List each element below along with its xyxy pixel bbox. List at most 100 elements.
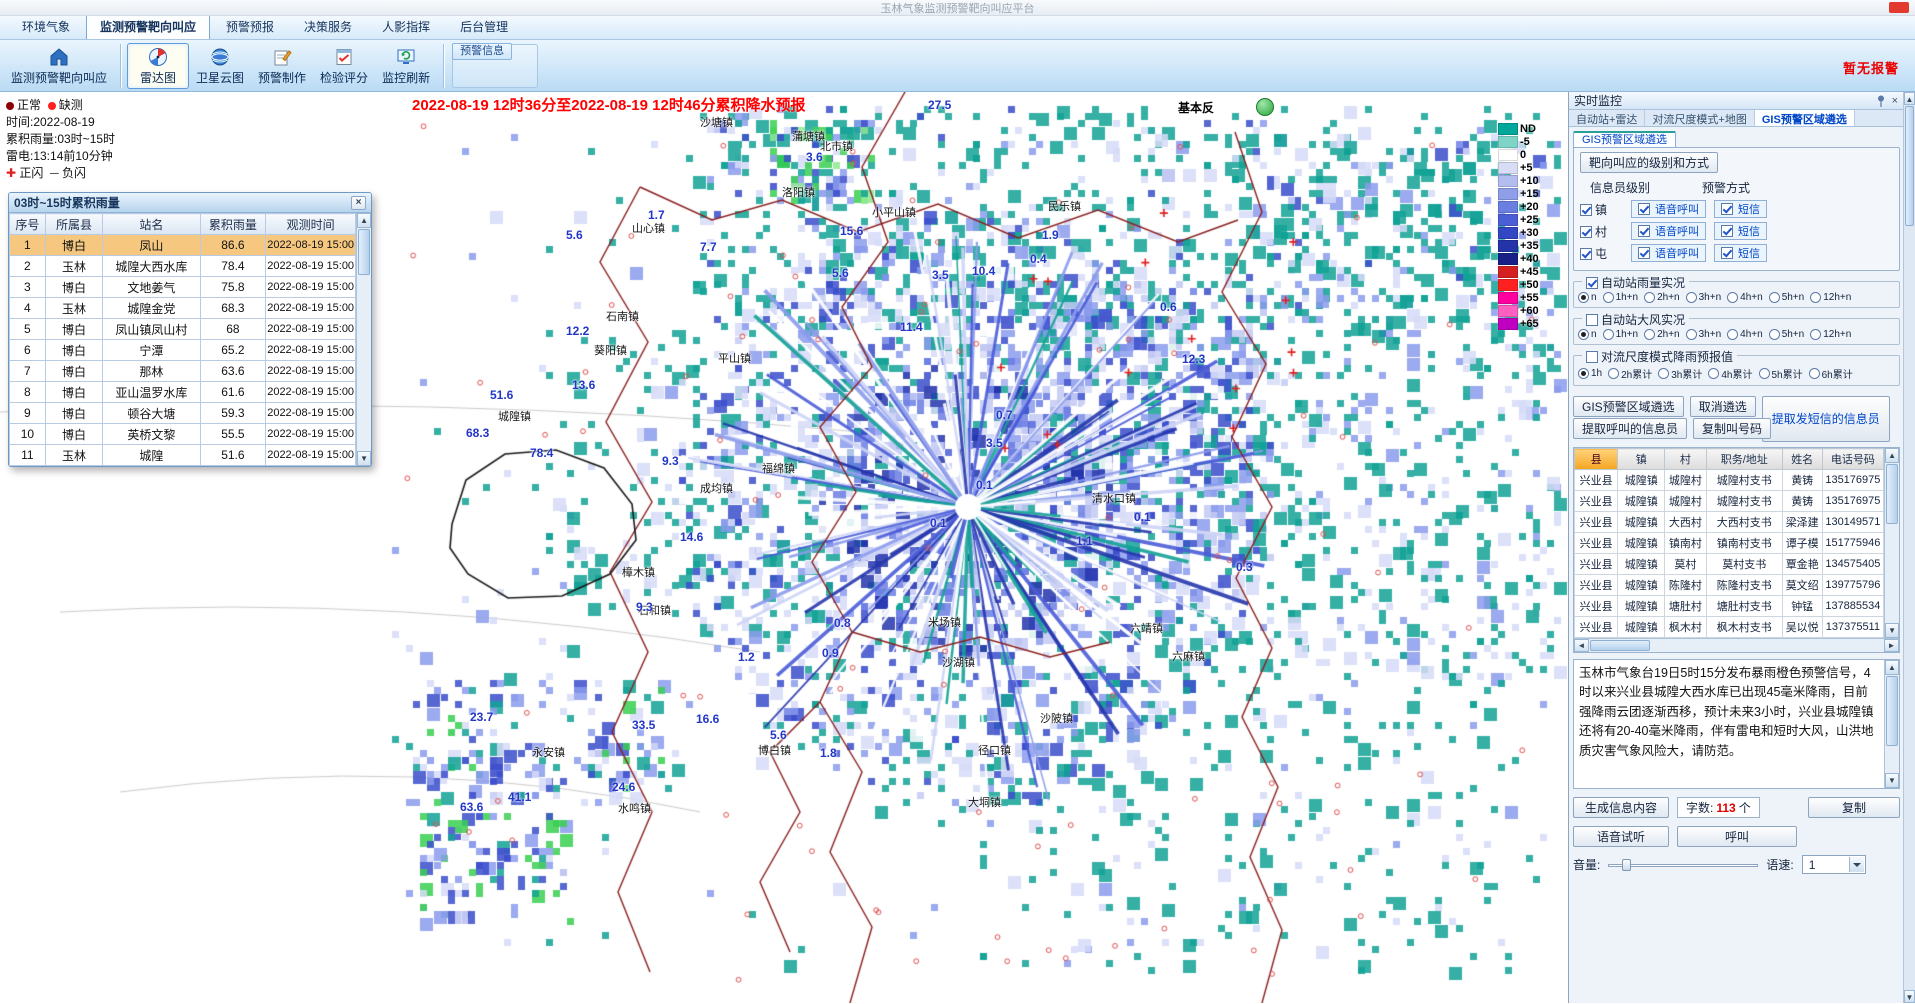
- contact-row[interactable]: 兴业县城隍镇城隍村城隍村支书黄铸135176975: [1575, 491, 1884, 512]
- extract-call-contacts-button[interactable]: 提取呼叫的信息员: [1573, 418, 1687, 439]
- contacts-vscrollbar[interactable]: ▲ ▼: [1884, 448, 1899, 638]
- scroll-thumb[interactable]: [1886, 676, 1898, 746]
- scroll-thumb[interactable]: [358, 229, 370, 275]
- auto-wind-radio-option[interactable]: 3h+n: [1686, 329, 1722, 340]
- panel-tab[interactable]: GIS预警区域遴选: [1755, 110, 1855, 126]
- volume-slider[interactable]: [1608, 858, 1758, 872]
- rain-table-row[interactable]: 11玉林城隍51.62022-08-19 15:00: [10, 445, 356, 466]
- rain-table-row[interactable]: 1博白凤山86.62022-08-19 15:00: [10, 235, 356, 256]
- auto-rain-radio-option[interactable]: 12h+n: [1810, 292, 1851, 303]
- rain-table-row[interactable]: 10博白英桥文黎55.52022-08-19 15:00: [10, 424, 356, 445]
- auto-rain-checkbox[interactable]: 自动站雨量实况: [1586, 276, 1685, 290]
- pin-icon[interactable]: [1876, 95, 1886, 107]
- rain-col-header[interactable]: 站名: [103, 214, 200, 235]
- scroll-thumb[interactable]: [1590, 640, 1650, 651]
- extract-sms-contacts-button[interactable]: 提取发短信的信息员: [1762, 396, 1890, 442]
- menu-item[interactable]: 决策服务: [290, 14, 366, 39]
- sms-option[interactable]: 短信: [1714, 200, 1767, 218]
- scroll-down-icon[interactable]: ▼: [357, 451, 371, 466]
- auto-wind-radio-option[interactable]: 1h+n: [1603, 329, 1639, 340]
- voice-call-option[interactable]: 语音呼叫: [1631, 244, 1706, 262]
- rain-table-row[interactable]: 9博白顿谷大塘59.32022-08-19 15:00: [10, 403, 356, 424]
- rain-table-row[interactable]: 2玉林城隍大西水库78.42022-08-19 15:00: [10, 256, 356, 277]
- level-checkbox[interactable]: 镇: [1580, 201, 1607, 218]
- contact-row[interactable]: 兴业县城隍镇塘肚村塘肚村支书钟锰137885534: [1575, 596, 1884, 617]
- rain-col-header[interactable]: 序号: [10, 214, 46, 235]
- rain-table-row[interactable]: 5博白凤山镇凤山村682022-08-19 15:00: [10, 319, 356, 340]
- message-scrollbar[interactable]: ▲ ▼: [1884, 660, 1899, 788]
- contact-row[interactable]: 兴业县城隍镇枫木村枫木村支书吴以悦137375511: [1575, 617, 1884, 638]
- model-rain-radio-option[interactable]: 1h: [1578, 368, 1602, 379]
- model-rain-radio-option[interactable]: 5h累计: [1759, 366, 1803, 381]
- auto-wind-radio-option[interactable]: 2h+n: [1644, 329, 1680, 340]
- level-checkbox[interactable]: 屯: [1580, 245, 1607, 262]
- model-rain-radio-option[interactable]: 6h累计: [1809, 366, 1853, 381]
- auto-wind-checkbox[interactable]: 自动站大风实况: [1586, 313, 1685, 327]
- gis-group-tab[interactable]: GIS预警区域遴选: [1573, 131, 1676, 148]
- scroll-up-icon[interactable]: ▲: [1904, 92, 1915, 105]
- panel-header[interactable]: 实时监控 ×: [1569, 92, 1903, 110]
- toolbar-button-refresh[interactable]: 监控刷新: [375, 43, 437, 89]
- map-tool-button[interactable]: [1256, 98, 1274, 116]
- panel-scrollbar[interactable]: ▲ ▼: [1903, 92, 1915, 1003]
- titlebar-red-button[interactable]: [1889, 2, 1909, 13]
- auto-rain-radio-option[interactable]: 5h+n: [1769, 292, 1805, 303]
- rain-col-header[interactable]: 所属县: [45, 214, 102, 235]
- toolbar-button-satellite[interactable]: 卫星云图: [189, 43, 251, 89]
- rain-table-scrollbar[interactable]: ▲ ▼: [356, 213, 371, 466]
- contacts-col-header[interactable]: 村: [1665, 449, 1706, 470]
- auto-rain-radio-option[interactable]: 1h+n: [1603, 292, 1639, 303]
- menu-item[interactable]: 监测预警靶向叫应: [86, 14, 210, 39]
- rain-table-row[interactable]: 3博白文地姜气75.82022-08-19 15:00: [10, 277, 356, 298]
- menu-item[interactable]: 环境气象: [8, 14, 84, 39]
- auto-wind-radio-option[interactable]: 4h+n: [1727, 329, 1763, 340]
- voice-call-option[interactable]: 语音呼叫: [1631, 222, 1706, 240]
- auto-wind-radio-option[interactable]: n: [1578, 329, 1597, 340]
- rain-table-row[interactable]: 8博白亚山温罗水库61.62022-08-19 15:00: [10, 382, 356, 403]
- generate-message-button[interactable]: 生成信息内容: [1573, 797, 1669, 818]
- rain-table-row[interactable]: 7博白那林63.62022-08-19 15:00: [10, 361, 356, 382]
- rain-col-header[interactable]: 观测时间: [266, 214, 356, 235]
- rain-table-row[interactable]: 4玉林城隍金党68.32022-08-19 15:00: [10, 298, 356, 319]
- warning-message-box[interactable]: 玉林市气象台19日5时15分发布暴雨橙色预警信号，4时以来兴业县城隍大西水库已出…: [1573, 659, 1900, 789]
- menu-item[interactable]: 人影指挥: [368, 14, 444, 39]
- gis-select-button[interactable]: GIS预警区域遴选: [1573, 396, 1684, 417]
- close-icon[interactable]: ×: [351, 196, 366, 210]
- scroll-left-icon[interactable]: ◄: [1574, 639, 1589, 652]
- contacts-col-header[interactable]: 职务/地址: [1706, 449, 1782, 470]
- copy-number-button[interactable]: 复制叫号码: [1693, 418, 1771, 439]
- call-button[interactable]: 呼叫: [1677, 826, 1797, 847]
- speed-select[interactable]: 1: [1802, 855, 1866, 874]
- cancel-select-button[interactable]: 取消遴选: [1690, 396, 1756, 417]
- contacts-col-header[interactable]: 姓名: [1782, 449, 1822, 470]
- contact-row[interactable]: 兴业县城隍镇莫村莫村支书覃金艳134575405: [1575, 554, 1884, 575]
- scroll-down-icon[interactable]: ▼: [1885, 773, 1899, 788]
- auto-rain-radio-option[interactable]: n: [1578, 292, 1597, 303]
- panel-tab[interactable]: 对流尺度模式+地图: [1645, 110, 1754, 126]
- toolbar-button-edit[interactable]: 预警制作: [251, 43, 313, 89]
- auto-rain-radio-option[interactable]: 4h+n: [1727, 292, 1763, 303]
- contact-row[interactable]: 兴业县城隍镇城隍村城隍村支书黄铸135176975: [1575, 470, 1884, 491]
- rain-table-row[interactable]: 6博白宁潭65.22022-08-19 15:00: [10, 340, 356, 361]
- rain-col-header[interactable]: 累积雨量: [200, 214, 266, 235]
- scroll-thumb[interactable]: [1886, 464, 1898, 524]
- rain-window-titlebar[interactable]: 03时~15时累积雨量 ×: [9, 193, 371, 213]
- voice-call-option[interactable]: 语音呼叫: [1631, 200, 1706, 218]
- contact-row[interactable]: 兴业县城隍镇镇南村镇南村支书谭子模151775946: [1575, 533, 1884, 554]
- call-level-button[interactable]: 靶向叫应的级别和方式: [1580, 152, 1718, 173]
- model-rain-radio-option[interactable]: 2h累计: [1608, 366, 1652, 381]
- contacts-col-header[interactable]: 电话号码: [1822, 449, 1884, 470]
- rain-table-window[interactable]: 03时~15时累积雨量 × 序号所属县站名累积雨量观测时间 1博白凤山86.62…: [8, 192, 372, 467]
- toolbar-button-home[interactable]: 监测预警靶向叫应: [4, 43, 114, 89]
- sms-option[interactable]: 短信: [1714, 244, 1767, 262]
- auto-rain-radio-option[interactable]: 2h+n: [1644, 292, 1680, 303]
- toolbar-button-radar[interactable]: 雷达图: [127, 43, 189, 89]
- scroll-right-icon[interactable]: ►: [1884, 639, 1899, 652]
- panel-close-icon[interactable]: ×: [1892, 95, 1898, 107]
- scroll-down-icon[interactable]: ▼: [1904, 990, 1915, 1003]
- copy-button[interactable]: 复制: [1808, 797, 1900, 818]
- scroll-up-icon[interactable]: ▲: [357, 213, 371, 228]
- scroll-thumb[interactable]: [1905, 106, 1914, 226]
- scroll-up-icon[interactable]: ▲: [1885, 660, 1899, 675]
- auto-wind-radio-option[interactable]: 5h+n: [1769, 329, 1805, 340]
